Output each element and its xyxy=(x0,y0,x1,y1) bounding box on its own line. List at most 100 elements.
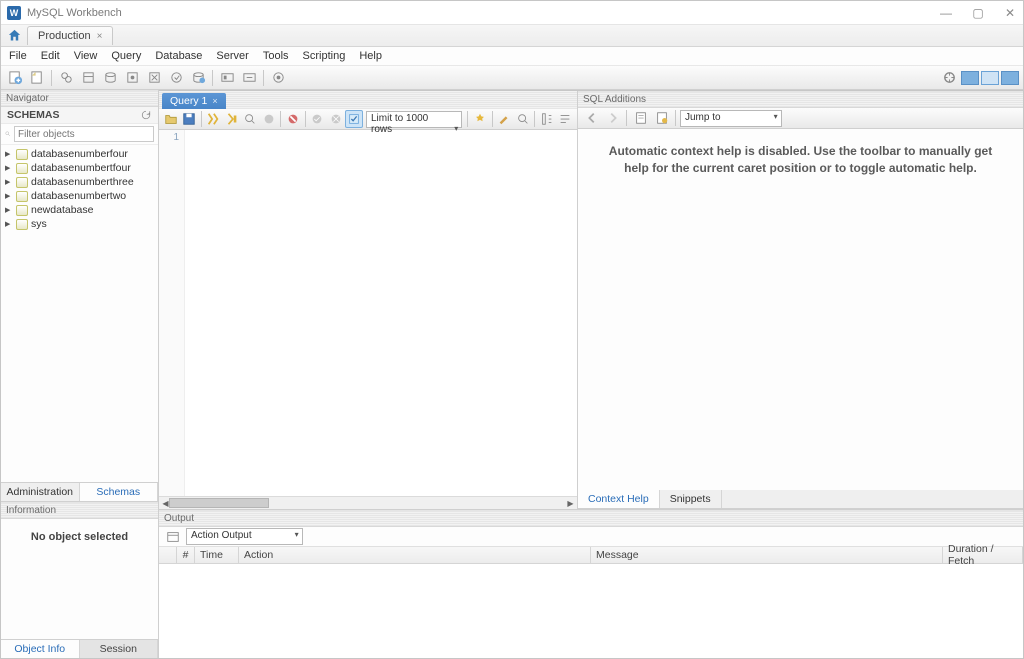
col-time[interactable]: Time xyxy=(195,547,239,563)
output-table-body xyxy=(159,564,1023,658)
menu-server[interactable]: Server xyxy=(210,48,254,64)
menu-help[interactable]: Help xyxy=(353,48,388,64)
toggle-secondary-sidebar-icon[interactable] xyxy=(1001,71,1019,85)
jump-to-dropdown[interactable]: Jump to xyxy=(680,110,782,127)
tab-session[interactable]: Session xyxy=(80,640,159,658)
schema-item[interactable]: ▶databasenumberthree xyxy=(1,175,158,189)
manual-help-icon[interactable] xyxy=(631,109,650,127)
toolbar-icon-9[interactable] xyxy=(239,68,259,88)
invisible-chars-icon[interactable] xyxy=(557,110,574,128)
menu-tools[interactable]: Tools xyxy=(257,48,295,64)
tab-object-info[interactable]: Object Info xyxy=(1,640,80,658)
output-dropdown[interactable]: Action Output xyxy=(186,528,303,545)
menu-view[interactable]: View xyxy=(68,48,104,64)
main-toolbar xyxy=(1,66,1023,90)
autocommit-icon[interactable] xyxy=(345,110,363,128)
schema-list: ▶databasenumberfour ▶databasenumbertfour… xyxy=(1,145,158,482)
database-icon xyxy=(16,163,28,174)
tab-schemas[interactable]: Schemas xyxy=(80,483,159,501)
col-action[interactable]: Action xyxy=(239,547,591,563)
col-blank[interactable] xyxy=(159,547,177,563)
schema-item[interactable]: ▶databasenumbertwo xyxy=(1,189,158,203)
database-icon xyxy=(16,219,28,230)
brush-icon[interactable] xyxy=(496,110,513,128)
auto-help-icon[interactable] xyxy=(652,109,671,127)
reconnect-icon[interactable] xyxy=(939,68,959,88)
schema-item[interactable]: ▶databasenumbertfour xyxy=(1,161,158,175)
database-icon xyxy=(16,177,28,188)
window-title: MySQL Workbench xyxy=(27,7,939,19)
schema-item[interactable]: ▶newdatabase xyxy=(1,203,158,217)
connection-tab-production[interactable]: Production × xyxy=(27,26,113,45)
commit-icon[interactable] xyxy=(309,110,326,128)
toolbar-icon-1[interactable] xyxy=(56,68,76,88)
find-icon[interactable] xyxy=(514,110,531,128)
toolbar-icon-3[interactable] xyxy=(100,68,120,88)
rollback-icon[interactable] xyxy=(327,110,344,128)
menubar: File Edit View Query Database Server Too… xyxy=(1,47,1023,66)
output-type-icon[interactable] xyxy=(163,528,182,546)
menu-scripting[interactable]: Scripting xyxy=(297,48,352,64)
minimize-button[interactable]: — xyxy=(939,6,953,20)
new-sql-tab-icon[interactable] xyxy=(5,68,25,88)
database-icon xyxy=(16,205,28,216)
menu-query[interactable]: Query xyxy=(105,48,147,64)
close-tab-icon[interactable]: × xyxy=(97,31,103,42)
scroll-thumb[interactable] xyxy=(169,498,269,508)
connection-tab-strip: Production × xyxy=(1,25,1023,47)
schema-item[interactable]: ▶sys xyxy=(1,217,158,231)
horizontal-scrollbar[interactable]: ◀ ▶ xyxy=(159,496,577,509)
code-text[interactable] xyxy=(185,130,577,496)
close-query-tab-icon[interactable]: × xyxy=(212,96,217,106)
navigator-header: Navigator xyxy=(1,90,158,107)
query-tab-strip: Query 1 × xyxy=(159,91,577,109)
open-file-icon[interactable] xyxy=(162,110,179,128)
home-icon[interactable] xyxy=(5,27,23,45)
close-button[interactable]: ✕ xyxy=(1003,6,1017,20)
output-header: Output xyxy=(159,510,1023,527)
menu-edit[interactable]: Edit xyxy=(35,48,66,64)
save-file-icon[interactable] xyxy=(180,110,197,128)
refresh-schemas-icon[interactable] xyxy=(140,109,152,121)
sql-editor-column: Query 1 × xyxy=(159,91,578,509)
toolbar-icon-5[interactable] xyxy=(144,68,164,88)
editor-row: Query 1 × xyxy=(159,90,1023,509)
nav-back-icon[interactable] xyxy=(582,109,601,127)
toolbar-icon-6[interactable] xyxy=(166,68,186,88)
filter-objects-input[interactable] xyxy=(14,126,154,142)
query-tab[interactable]: Query 1 × xyxy=(162,93,226,109)
tab-snippets[interactable]: Snippets xyxy=(660,490,722,508)
scroll-right-icon[interactable]: ▶ xyxy=(564,497,577,509)
menu-database[interactable]: Database xyxy=(149,48,208,64)
schema-item[interactable]: ▶databasenumberfour xyxy=(1,147,158,161)
wrap-icon[interactable] xyxy=(538,110,555,128)
toolbar-icon-2[interactable] xyxy=(78,68,98,88)
line-gutter: 1 xyxy=(159,130,185,496)
tab-administration[interactable]: Administration xyxy=(1,483,80,501)
code-editor[interactable]: 1 xyxy=(159,130,577,496)
tab-context-help[interactable]: Context Help xyxy=(578,490,660,508)
additions-toolbar: Jump to xyxy=(578,108,1023,129)
titlebar: W MySQL Workbench — ▢ ✕ xyxy=(1,1,1023,25)
row-limit-dropdown[interactable]: Limit to 1000 rows xyxy=(366,111,462,128)
col-number[interactable]: # xyxy=(177,547,195,563)
open-sql-script-icon[interactable] xyxy=(27,68,47,88)
col-duration[interactable]: Duration / Fetch xyxy=(943,547,1023,563)
beautify-icon[interactable] xyxy=(471,110,488,128)
toolbar-icon-4[interactable] xyxy=(122,68,142,88)
toolbar-icon-10[interactable] xyxy=(268,68,288,88)
toolbar-icon-8[interactable] xyxy=(217,68,237,88)
stop-icon[interactable] xyxy=(260,110,277,128)
maximize-button[interactable]: ▢ xyxy=(971,6,985,20)
toggle-output-icon[interactable] xyxy=(981,71,999,85)
col-message[interactable]: Message xyxy=(591,547,943,563)
no-limit-icon[interactable] xyxy=(284,110,301,128)
toggle-sidebar-icon[interactable] xyxy=(961,71,979,85)
toolbar-icon-7[interactable] xyxy=(188,68,208,88)
information-header: Information xyxy=(1,502,158,519)
execute-icon[interactable] xyxy=(205,110,222,128)
nav-forward-icon[interactable] xyxy=(603,109,622,127)
execute-current-icon[interactable] xyxy=(223,110,240,128)
menu-file[interactable]: File xyxy=(3,48,33,64)
explain-icon[interactable] xyxy=(242,110,259,128)
